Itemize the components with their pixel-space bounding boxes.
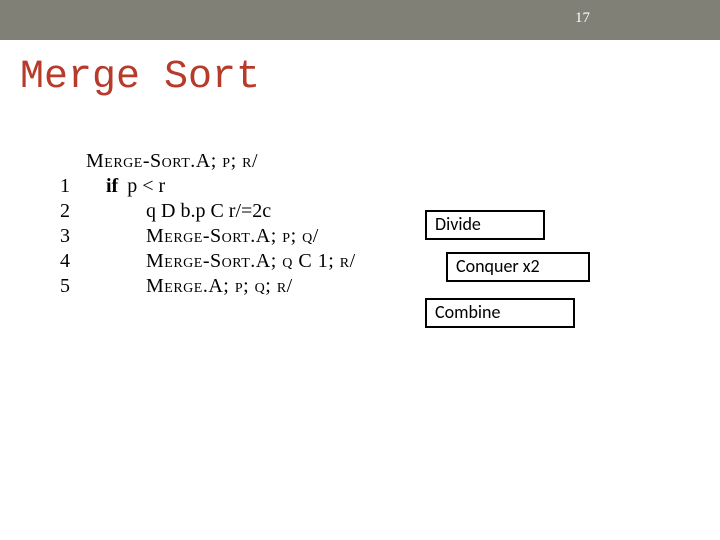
code-line-4: 4 Merge-Sort.A; q C 1; r/ [60,250,440,273]
label-combine: Combine [425,298,575,328]
code-line-2: 2 q D b.p C r/=2c [60,200,440,223]
line-number: 1 [60,175,86,198]
pseudocode-block: Merge-Sort.A; p; r/ 1 if p < r 2 q D b.p… [60,150,440,300]
code-line-header: Merge-Sort.A; p; r/ [60,150,440,173]
line-number: 5 [60,275,86,298]
code-text: p < r [123,175,165,197]
label-conquer: Conquer x2 [446,252,590,282]
code-text: Merge-Sort.A; q C 1; r/ [86,250,356,273]
code-line-3: 3 Merge-Sort.A; p; q/ [60,225,440,248]
line-number: 4 [60,250,86,273]
line-number: 3 [60,225,86,248]
slide-number: 17 [575,10,590,27]
slide-title: Merge Sort [20,55,260,100]
line-number: 2 [60,200,86,223]
code-text: Merge.A; p; q; r/ [86,275,293,298]
code-text: q D b.p C r/=2c [86,200,271,223]
code-text: Merge-Sort.A; p; q/ [86,225,319,248]
header-bar [0,0,720,40]
code-line-1: 1 if p < r [60,175,440,198]
code-text: Merge-Sort.A; p; r/ [86,150,258,173]
label-divide: Divide [425,210,545,240]
code-line-5: 5 Merge.A; p; q; r/ [60,275,440,298]
keyword-if: if [106,175,118,197]
